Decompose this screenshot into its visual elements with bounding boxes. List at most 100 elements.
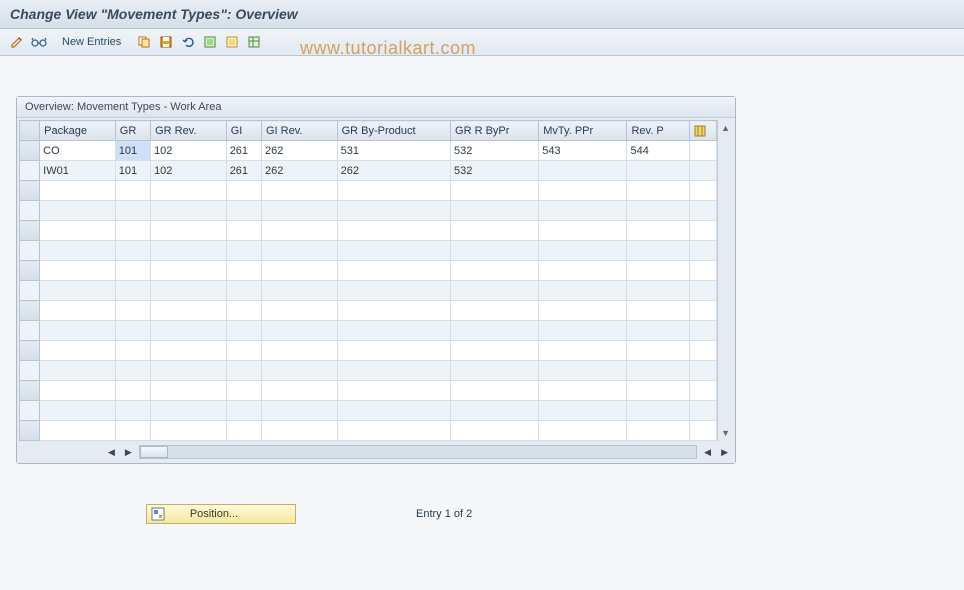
cell-package[interactable] (40, 301, 116, 321)
cell-package[interactable] (40, 421, 116, 441)
col-gr-byproduct[interactable]: GR By-Product (337, 121, 450, 141)
cell-gr_byp[interactable]: 262 (337, 161, 450, 181)
cell-gi[interactable] (226, 321, 261, 341)
cell-gr_r_byp[interactable] (451, 341, 539, 361)
cell-gr_byp[interactable] (337, 221, 450, 241)
cell-rev_p[interactable] (627, 361, 690, 381)
cell-gi_rev[interactable] (261, 301, 337, 321)
row-selector[interactable] (20, 201, 40, 221)
cell-mvty_ppr[interactable] (539, 401, 627, 421)
cell-gi[interactable] (226, 421, 261, 441)
scroll-right-icon[interactable]: ◀ (701, 447, 714, 458)
cell-gr_byp[interactable] (337, 201, 450, 221)
cell-rev_p[interactable] (627, 181, 690, 201)
cell-gr_r_byp[interactable]: 532 (451, 161, 539, 181)
cell-mvty_ppr[interactable] (539, 241, 627, 261)
configure-columns-icon[interactable] (690, 121, 717, 141)
cell-gi_rev[interactable] (261, 361, 337, 381)
cell-gr_rev[interactable] (151, 301, 227, 321)
cell-gi[interactable] (226, 221, 261, 241)
scroll-down-icon[interactable]: ▼ (720, 427, 731, 439)
col-package[interactable]: Package (40, 121, 116, 141)
cell-rev_p[interactable] (627, 321, 690, 341)
cell-mvty_ppr[interactable] (539, 181, 627, 201)
cell-gr[interactable] (115, 361, 150, 381)
col-gr-rev[interactable]: GR Rev. (151, 121, 227, 141)
glasses-icon[interactable] (30, 33, 48, 51)
cell-gr_rev[interactable]: 102 (151, 161, 227, 181)
cell-gr_rev[interactable] (151, 341, 227, 361)
cell-gr_byp[interactable] (337, 321, 450, 341)
cell-rev_p[interactable] (627, 341, 690, 361)
cell-rev_p[interactable] (627, 301, 690, 321)
cell-gr[interactable] (115, 341, 150, 361)
scroll-up-icon[interactable]: ▲ (720, 122, 731, 134)
cell-gr[interactable] (115, 321, 150, 341)
cell-mvty_ppr[interactable] (539, 161, 627, 181)
cell-gr_r_byp[interactable] (451, 261, 539, 281)
cell-gi[interactable] (226, 281, 261, 301)
cell-rev_p[interactable] (627, 161, 690, 181)
cell-package[interactable] (40, 181, 116, 201)
cell-gi[interactable] (226, 361, 261, 381)
cell-gi[interactable] (226, 261, 261, 281)
cell-gr_rev[interactable] (151, 321, 227, 341)
cell-gr[interactable] (115, 401, 150, 421)
cell-rev_p[interactable] (627, 241, 690, 261)
cell-gr_rev[interactable]: 102 (151, 141, 227, 161)
cell-package[interactable] (40, 381, 116, 401)
cell-gr_r_byp[interactable] (451, 221, 539, 241)
row-selector[interactable] (20, 161, 40, 181)
cell-gi[interactable] (226, 381, 261, 401)
cell-gr_rev[interactable] (151, 401, 227, 421)
cell-gr_r_byp[interactable] (451, 381, 539, 401)
cell-gr_r_byp[interactable] (451, 401, 539, 421)
new-entries-button[interactable]: New Entries (56, 34, 127, 50)
cell-mvty_ppr[interactable] (539, 421, 627, 441)
cell-gr[interactable]: 101 (115, 161, 150, 181)
cell-mvty_ppr[interactable]: 543 (539, 141, 627, 161)
row-selector[interactable] (20, 281, 40, 301)
position-button[interactable]: Position... (146, 504, 296, 524)
change-icon[interactable] (8, 33, 26, 51)
col-gr-r-bypr[interactable]: GR R ByPr (451, 121, 539, 141)
row-selector[interactable] (20, 301, 40, 321)
cell-gi[interactable]: 261 (226, 141, 261, 161)
deselect-all-icon[interactable] (223, 33, 241, 51)
cell-mvty_ppr[interactable] (539, 361, 627, 381)
row-selector[interactable] (20, 421, 40, 441)
cell-gi_rev[interactable] (261, 321, 337, 341)
cell-package[interactable] (40, 201, 116, 221)
row-selector[interactable] (20, 241, 40, 261)
cell-package[interactable] (40, 221, 116, 241)
cell-gi_rev[interactable] (261, 261, 337, 281)
cell-gi_rev[interactable] (261, 181, 337, 201)
cell-gr_byp[interactable] (337, 241, 450, 261)
cell-gr_rev[interactable] (151, 201, 227, 221)
col-gr[interactable]: GR (115, 121, 150, 141)
cell-gr_rev[interactable] (151, 361, 227, 381)
copy-icon[interactable] (135, 33, 153, 51)
cell-gi_rev[interactable]: 262 (261, 141, 337, 161)
cell-mvty_ppr[interactable] (539, 201, 627, 221)
cell-gr[interactable] (115, 381, 150, 401)
cell-gi[interactable] (226, 341, 261, 361)
row-selector[interactable] (20, 401, 40, 421)
scroll-left-icon[interactable]: ▶ (122, 447, 135, 458)
cell-gi[interactable]: 261 (226, 161, 261, 181)
cell-gr_byp[interactable] (337, 361, 450, 381)
cell-gr_r_byp[interactable] (451, 201, 539, 221)
cell-gi_rev[interactable] (261, 401, 337, 421)
row-selector[interactable] (20, 381, 40, 401)
cell-gr[interactable] (115, 201, 150, 221)
cell-gr_rev[interactable] (151, 381, 227, 401)
cell-gr_r_byp[interactable] (451, 361, 539, 381)
cell-gr_rev[interactable] (151, 421, 227, 441)
row-selector[interactable] (20, 221, 40, 241)
row-selector[interactable] (20, 341, 40, 361)
cell-gi[interactable] (226, 201, 261, 221)
cell-gi[interactable] (226, 241, 261, 261)
cell-gi_rev[interactable] (261, 241, 337, 261)
cell-mvty_ppr[interactable] (539, 301, 627, 321)
cell-package[interactable] (40, 341, 116, 361)
